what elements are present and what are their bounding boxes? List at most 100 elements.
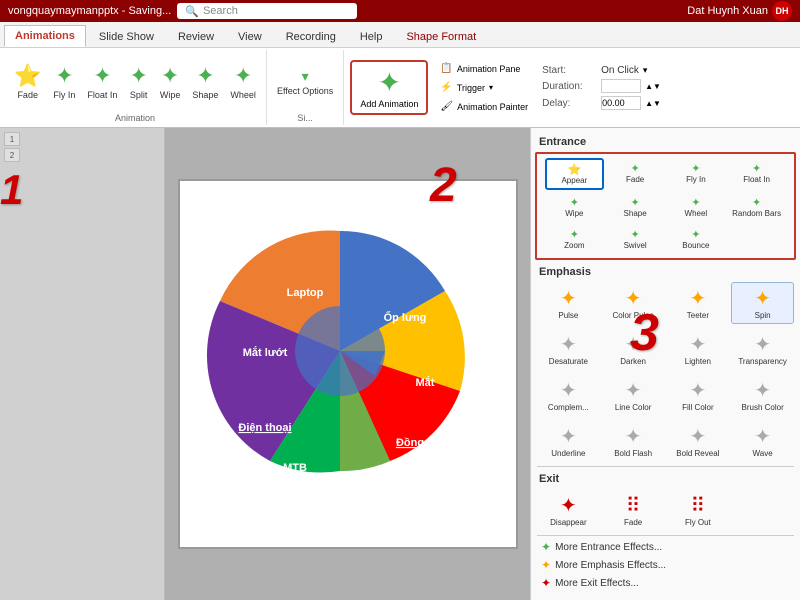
- wave-icon: ✦: [754, 424, 771, 449]
- anim-wipe[interactable]: ✦ Wipe: [545, 192, 604, 222]
- more-emphasis-effects[interactable]: ✦ More Emphasis Effects...: [531, 556, 800, 574]
- search-box[interactable]: 🔍 Search: [177, 3, 357, 19]
- linecolor-icon: ✦: [625, 378, 642, 403]
- exit-grid: ✦ Disappear ⠿ Fade ⠿ Fly Out: [531, 487, 800, 533]
- anim-btn-wipe[interactable]: ✦Wipe: [156, 61, 185, 102]
- fade-icon: ✦: [631, 162, 640, 175]
- anim-brushcolor[interactable]: ✦ Brush Color: [731, 374, 794, 416]
- main-area: 1 2 3 1 2: [0, 128, 800, 600]
- anim-flyin[interactable]: ✦ Fly In: [667, 158, 726, 190]
- anim-boldflash[interactable]: ✦ Bold Flash: [602, 420, 665, 462]
- svg-text:Ốp lưng: Ốp lưng: [383, 310, 426, 324]
- animation-pane-btn[interactable]: 📋 Animation Pane: [436, 61, 532, 76]
- anim-teeter[interactable]: ✦ Teeter: [667, 282, 730, 324]
- anim-btn-flyin[interactable]: ✦Fly In: [49, 61, 79, 102]
- anim-appear[interactable]: ⭐ Appear: [545, 158, 604, 190]
- tab-recording[interactable]: Recording: [275, 26, 347, 47]
- slide-thumb-2[interactable]: 2: [4, 148, 20, 162]
- exit-section-label: Exit: [531, 469, 800, 487]
- tab-view[interactable]: View: [227, 26, 273, 47]
- tab-slideshow[interactable]: Slide Show: [88, 26, 165, 47]
- anim-btn-wheel[interactable]: ✦Wheel: [226, 61, 260, 102]
- slide-canvas: Laptop Ốp lưng Mắt lướt Mắt Điện thoại Đ…: [178, 179, 518, 549]
- title-bar: vongquaymaymanpptx - Saving... 🔍 Search …: [0, 0, 800, 22]
- anim-linecolor[interactable]: ✦ Line Color: [602, 374, 665, 416]
- spin-icon: ✦: [754, 286, 771, 311]
- emphasis-grid: ✦ Pulse ✦ Color Pulse ✦ Teeter ✦ Spin: [531, 280, 800, 326]
- trigger-btn[interactable]: ⚡ Trigger ▾: [436, 80, 532, 95]
- canvas-area: Laptop Ốp lưng Mắt lướt Mắt Điện thoại Đ…: [165, 128, 530, 600]
- complement-icon: ✦: [560, 378, 577, 403]
- tab-review[interactable]: Review: [167, 26, 225, 47]
- ribbon-group-options: ▾Effect Options Si...: [267, 50, 344, 125]
- slide-panel: 1 2: [0, 128, 165, 600]
- delay-input[interactable]: [601, 96, 641, 110]
- duration-spin[interactable]: ▲▼: [645, 82, 661, 91]
- exit3-icon: ⠿: [691, 493, 706, 518]
- effect-options-btn[interactable]: ▾Effect Options: [273, 66, 337, 98]
- exit2-icon: ⠿: [626, 493, 641, 518]
- svg-text:Cáp sạc: Cáp sạc: [343, 474, 385, 486]
- anim-shape[interactable]: ✦ Shape: [606, 192, 665, 222]
- anim-fade[interactable]: ✦ Fade: [606, 158, 665, 190]
- anim-btn-split[interactable]: ✦Split: [125, 61, 151, 102]
- anim-spin[interactable]: ✦ Spin: [731, 282, 794, 324]
- anim-exit-3[interactable]: ⠿ Fly Out: [667, 489, 730, 531]
- tab-help[interactable]: Help: [349, 26, 394, 47]
- tab-animations[interactable]: Animations: [4, 25, 86, 47]
- add-animation-section: ✦ Add Animation 📋 Animation Pane ⚡ Trigg…: [344, 50, 669, 125]
- svg-text:Điện thoại: Điện thoại: [238, 422, 291, 434]
- boldreveal-icon: ✦: [689, 424, 706, 449]
- anim-zoom[interactable]: ✦ Zoom: [545, 224, 604, 254]
- anim-desaturate[interactable]: ✦ Desaturate: [537, 328, 600, 370]
- more-entrance-effects[interactable]: ✦ More Entrance Effects...: [531, 538, 800, 556]
- fillcolor-icon: ✦: [689, 378, 706, 403]
- appear-icon: ⭐: [568, 163, 582, 176]
- anim-pulse[interactable]: ✦ Pulse: [537, 282, 600, 324]
- anim-btn-floatin[interactable]: ✦Float In: [83, 61, 121, 102]
- more-entrance-icon: ✦: [541, 540, 551, 554]
- anim-underline[interactable]: ✦ Underline: [537, 420, 600, 462]
- anim-randombars[interactable]: ✦ Random Bars: [727, 192, 786, 222]
- svg-text:Laptop: Laptop: [286, 287, 323, 299]
- tab-shape-format[interactable]: Shape Format: [395, 26, 487, 47]
- anim-wave[interactable]: ✦ Wave: [731, 420, 794, 462]
- entrance-label: Entrance: [531, 132, 800, 150]
- underline-icon: ✦: [560, 424, 577, 449]
- pulse-icon: ✦: [560, 286, 577, 311]
- anim-btn-fade[interactable]: ⭐Fade: [10, 61, 45, 102]
- anim-lighten[interactable]: ✦ Lighten: [667, 328, 730, 370]
- anim-swivel[interactable]: ✦ Swivel: [606, 224, 665, 254]
- animation-painter-btn[interactable]: 🖌 Animation Painter: [436, 99, 532, 114]
- desaturate-icon: ✦: [560, 332, 577, 357]
- ribbon-right-controls: 📋 Animation Pane ⚡ Trigger ▾ 🖌 Animation…: [430, 57, 538, 118]
- anim-exit-1[interactable]: ✦ Disappear: [537, 489, 600, 531]
- anim-bounce[interactable]: ✦ Bounce: [667, 224, 726, 254]
- number-label-1: 1: [0, 166, 23, 214]
- anim-btn-shape[interactable]: ✦Shape: [188, 61, 222, 102]
- delay-spin[interactable]: ▲▼: [645, 99, 661, 108]
- add-animation-button[interactable]: ✦ Add Animation: [350, 60, 428, 115]
- wipe-icon: ✦: [570, 196, 579, 209]
- more-entrance-label: More Entrance Effects...: [555, 542, 662, 553]
- ribbon-group-animations: ⭐Fade ✦Fly In ✦Float In ✦Split ✦Wipe ✦Sh…: [4, 50, 267, 125]
- anim-boldreveal[interactable]: ✦ Bold Reveal: [667, 420, 730, 462]
- user-avatar: DH: [772, 1, 792, 21]
- anim-transparency[interactable]: ✦ Transparency: [731, 328, 794, 370]
- anim-wheel[interactable]: ✦ Wheel: [667, 192, 726, 222]
- more-emphasis-label: More Emphasis Effects...: [555, 560, 666, 571]
- start-dropdown[interactable]: ▾: [643, 65, 648, 76]
- emphasis-label: Emphasis: [531, 262, 800, 280]
- anim-complement[interactable]: ✦ Complem...: [537, 374, 600, 416]
- duration-input[interactable]: [601, 79, 641, 93]
- pie-chart: Laptop Ốp lưng Mắt lướt Mắt Điện thoại Đ…: [190, 191, 490, 511]
- more-exit-effects[interactable]: ✦ More Exit Effects...: [531, 574, 800, 592]
- anim-fillcolor[interactable]: ✦ Fill Color: [667, 374, 730, 416]
- zoom-icon: ✦: [570, 228, 579, 241]
- slide-thumb-1[interactable]: 1: [4, 132, 20, 146]
- ribbon: ⭐Fade ✦Fly In ✦Float In ✦Split ✦Wipe ✦Sh…: [0, 48, 800, 128]
- number-label-2: 2: [430, 158, 457, 213]
- ribbon-tabs: Animations Slide Show Review View Record…: [0, 22, 800, 48]
- anim-floatin[interactable]: ✦ Float In: [727, 158, 786, 190]
- anim-exit-2[interactable]: ⠿ Fade: [602, 489, 665, 531]
